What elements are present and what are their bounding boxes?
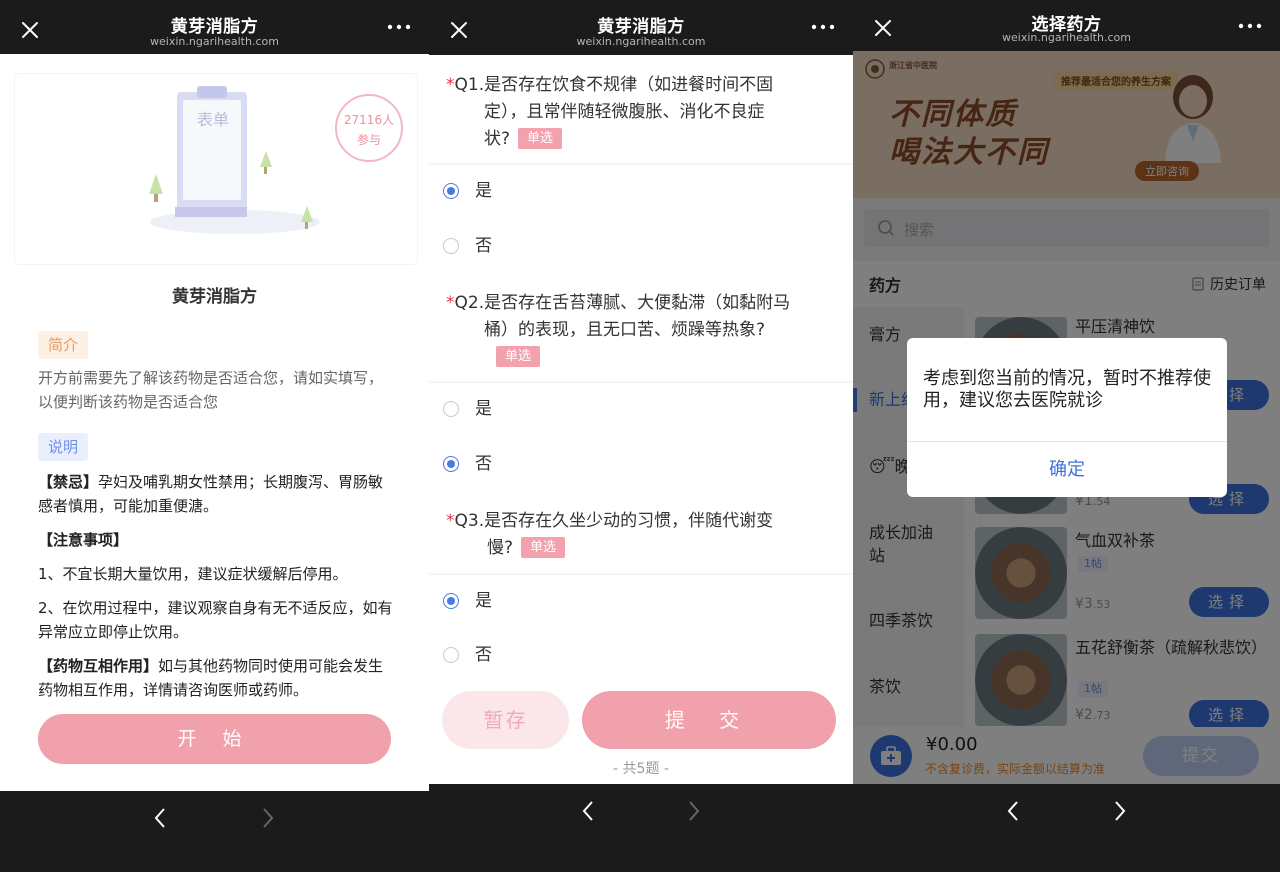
form-illustration: 表单 27116人 参与 xyxy=(15,74,417,264)
save-draft-button[interactable]: 暂存 xyxy=(442,691,569,749)
form-title: 黄芽消脂方 xyxy=(172,287,257,307)
back-icon[interactable] xyxy=(153,807,167,829)
question-2: *Q2.是否存在舌苔薄腻、大便黏滞（如黏附马 桶）的表现，且无口苦、烦躁等热象?… xyxy=(446,290,846,371)
intro-content: 表单 27116人 参与 黄芽消脂方 简介 开方前需要先了解该药物是否适合您，请… xyxy=(0,54,429,791)
forward-icon[interactable] xyxy=(687,800,701,822)
participant-count: 27116人 xyxy=(343,113,395,127)
radio-checked-icon[interactable] xyxy=(443,593,459,609)
divider xyxy=(429,163,853,165)
forward-icon[interactable] xyxy=(261,807,275,829)
intro-tag: 简介 xyxy=(38,331,89,359)
clipboard-icon xyxy=(149,86,320,234)
dialog-message: 考虑到您当前的情况，暂时不推荐使用，建议您去医院就诊 xyxy=(923,368,1211,411)
radio-unchecked-icon[interactable] xyxy=(443,401,459,417)
page-subtitle: weixin.ngarihealth.com xyxy=(576,35,706,48)
submit-button[interactable]: 提 交 xyxy=(582,691,836,749)
single-choice-badge: 单选 xyxy=(518,128,563,149)
page-subtitle: weixin.ngarihealth.com xyxy=(1002,31,1131,44)
confirm-button[interactable]: 确定 xyxy=(907,442,1227,497)
caution-heading: 【注意事项】 xyxy=(38,531,129,549)
page-title: 黄芽消脂方 xyxy=(170,17,259,37)
back-icon[interactable] xyxy=(581,800,595,822)
screen-select-prescription: 选择药方 weixin.ngarihealth.com 浙江省中医院 推荐最适合… xyxy=(853,0,1280,872)
page-title: 黄芽消脂方 xyxy=(597,17,685,37)
q3-option-no[interactable]: 否 xyxy=(443,640,853,670)
divider xyxy=(429,573,853,575)
q2-option-yes[interactable]: 是 xyxy=(443,394,853,424)
interaction-text: 【药物互相作用】如与其他药物同时使用可能会发生药物相互作用，详情请咨询医师或药师… xyxy=(38,654,393,702)
more-icon[interactable] xyxy=(387,22,411,32)
contraindication-heading: 【禁忌】 xyxy=(38,473,99,491)
interaction-heading: 【药物互相作用】 xyxy=(38,657,159,675)
radio-checked-icon[interactable] xyxy=(443,183,459,199)
radio-unchecked-icon[interactable] xyxy=(443,647,459,663)
q2-option-no[interactable]: 否 xyxy=(443,449,853,479)
header-bar: 黄芽消脂方 weixin.ngarihealth.com xyxy=(429,0,853,54)
bottom-nav xyxy=(429,784,853,872)
q1-option-no[interactable]: 否 xyxy=(443,231,853,261)
page-subtitle: weixin.ngarihealth.com xyxy=(150,35,279,48)
back-icon[interactable] xyxy=(1006,800,1020,822)
q3-option-yes[interactable]: 是 xyxy=(443,586,853,616)
alert-dialog: 考虑到您当前的情况，暂时不推荐使用，建议您去医院就诊 确定 xyxy=(907,338,1227,497)
more-icon[interactable] xyxy=(811,22,835,32)
contraindication-text: 【禁忌】孕妇及哺乳期女性禁用；长期腹泻、胃肠敏感者慎用，可能加重便溏。 xyxy=(38,470,393,518)
participant-label: 参与 xyxy=(356,133,381,147)
question-total: - 共5题 - xyxy=(613,761,669,777)
questionnaire-content: *Q1.是否存在饮食不规律（如进餐时间不固 定），且常伴随轻微腹胀、消化不良症 … xyxy=(429,55,853,784)
screen-questionnaire: 黄芽消脂方 weixin.ngarihealth.com *Q1.是否存在饮食不… xyxy=(429,0,853,872)
participant-count-badge: 27116人 参与 xyxy=(335,94,403,162)
header-bar: 黄芽消脂方 weixin.ngarihealth.com xyxy=(0,0,429,54)
screen-intro: 黄芽消脂方 weixin.ngarihealth.com 表单 27116人 参… xyxy=(0,0,429,872)
radio-unchecked-icon[interactable] xyxy=(443,238,459,254)
header-bar: 选择药方 weixin.ngarihealth.com xyxy=(853,0,1280,51)
more-icon[interactable] xyxy=(1238,21,1262,31)
question-1: *Q1.是否存在饮食不规律（如进餐时间不固 定），且常伴随轻微腹胀、消化不良症 … xyxy=(446,75,774,149)
radio-checked-icon[interactable] xyxy=(443,456,459,472)
question-3: *Q3.是否存在久坐少动的习惯，伴随代谢变 慢? 单选 xyxy=(446,511,774,558)
single-choice-badge: 单选 xyxy=(496,346,541,367)
caution-item-1: 1、不宜长期大量饮用，建议症状缓解后停用。 xyxy=(38,565,348,583)
divider xyxy=(429,381,853,383)
forward-icon[interactable] xyxy=(1113,800,1127,822)
intro-text: 开方前需要先了解该药物是否适合您，请如实填写，以便判断该药物是否适合您 xyxy=(38,369,384,411)
caution-item-2: 2、在饮用过程中，建议观察自身有无不适反应，如有异常应立即停止饮用。 xyxy=(38,599,393,641)
note-tag: 说明 xyxy=(38,433,89,461)
bottom-nav xyxy=(853,784,1280,872)
bottom-nav xyxy=(0,791,429,872)
select-content: 浙江省中医院 推荐最适合您的养生方案 不同体质 喝法大不同 立即咨询 搜索 药方… xyxy=(853,51,1280,784)
start-button[interactable]: 开 始 xyxy=(38,714,391,764)
q1-option-yes[interactable]: 是 xyxy=(443,176,853,206)
single-choice-badge: 单选 xyxy=(521,537,566,558)
clipboard-label: 表单 xyxy=(197,110,230,129)
